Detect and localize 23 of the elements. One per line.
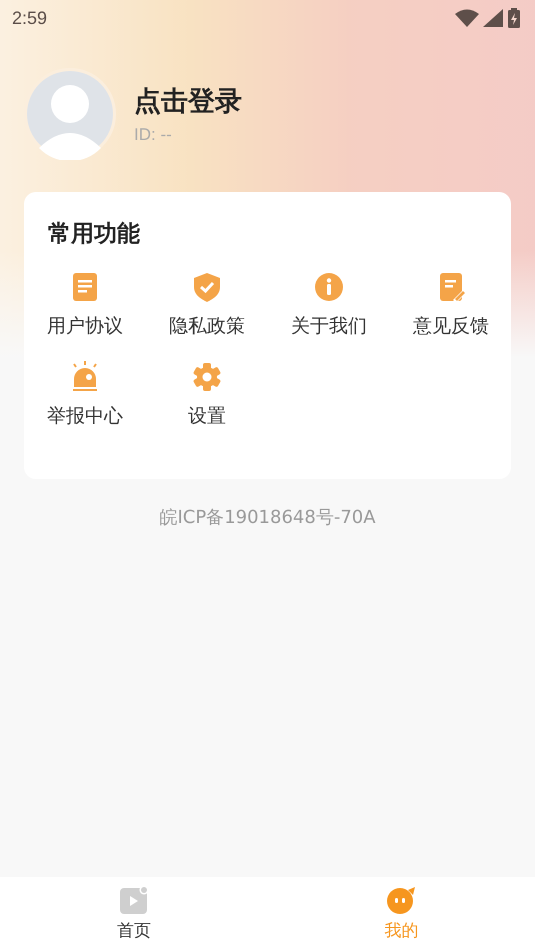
face-icon [386,885,416,915]
signal-icon [483,9,503,27]
status-time: 2:59 [12,8,48,28]
wifi-icon [455,9,479,27]
login-link[interactable]: 点击登录 [134,83,242,119]
shield-check-icon [192,271,222,303]
settings-icon [192,361,222,393]
function-item[interactable]: 用户协议 [47,313,123,339]
nav-tab[interactable]: 首页 [0,877,268,951]
document-icon [70,271,100,303]
icp-license: 皖ICP备19018648号-70A [159,507,376,528]
video-icon [118,885,149,915]
battery-icon [507,8,521,28]
function-item[interactable]: 举报中心 [47,403,123,429]
info-icon [314,271,344,303]
function-item[interactable]: 意见反馈 [413,313,489,339]
avatar[interactable] [24,68,116,160]
alarm-light-icon [70,361,100,393]
function-item[interactable]: 关于我们 [291,313,367,339]
function-item[interactable]: 设置 [188,403,226,429]
user-id: ID: -- [134,125,173,145]
section-title: 常用功能 [48,220,141,249]
function-item[interactable]: 隐私政策 [169,313,245,339]
